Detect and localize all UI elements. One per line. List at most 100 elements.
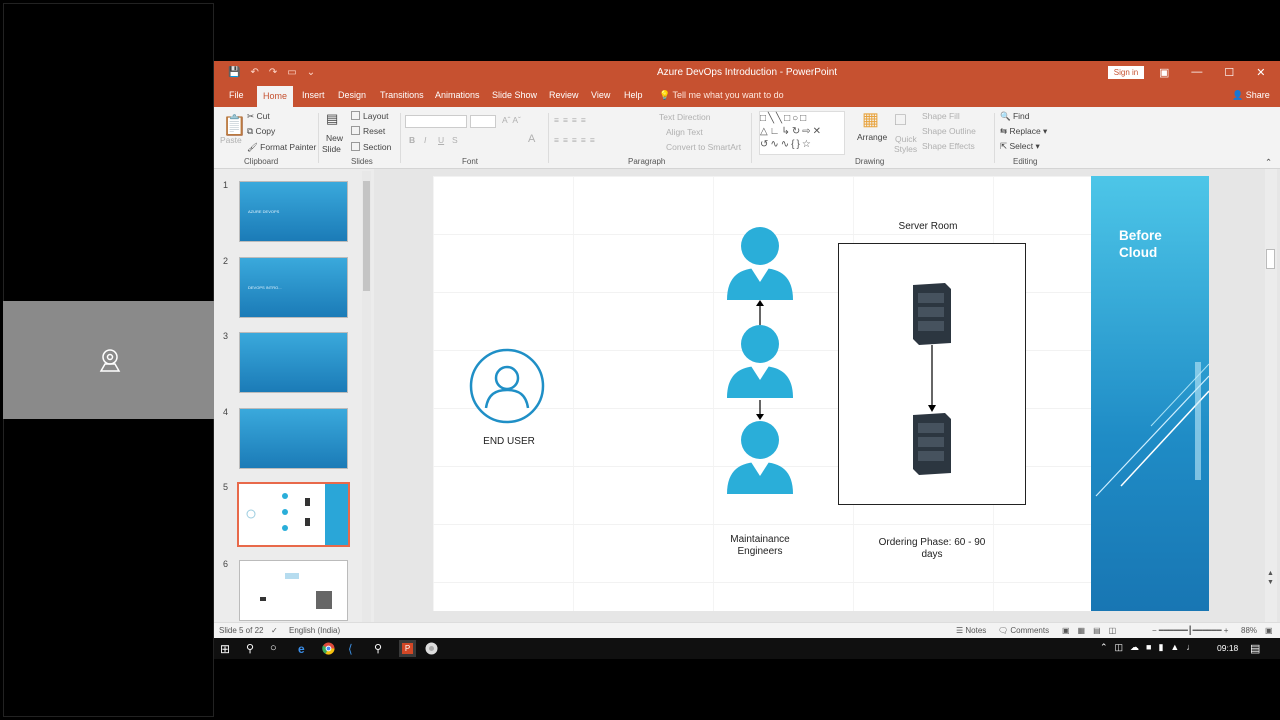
alignment-buttons-icon[interactable]: ≡≡≡≡≡ (554, 135, 599, 145)
convert-smartart-button[interactable]: Convert to SmartArt (666, 142, 741, 152)
vscode-icon[interactable]: ⟨ (348, 642, 361, 656)
italic-button[interactable]: I (424, 135, 426, 145)
tab-home[interactable]: Home (257, 86, 294, 107)
share-button[interactable]: 👤 Share (1232, 90, 1270, 101)
ribbon: 📋 Paste ✂ Cut ⧉ Copy 🖌 Format Painter Cl… (214, 107, 1280, 169)
fit-slide-icon[interactable]: ▣ (1265, 626, 1273, 635)
tab-insert[interactable]: Insert (302, 90, 325, 100)
tab-design[interactable]: Design (338, 90, 366, 100)
zoom-slider[interactable]: − ━━━━━━┃━━━━━━ + (1152, 626, 1228, 635)
section-button[interactable]: Section (351, 142, 391, 152)
reset-icon (351, 126, 360, 135)
language-status[interactable]: English (India) (289, 626, 340, 635)
new-slide-button-line2[interactable]: Slide (322, 144, 341, 154)
thumbnail-title: DEVOPS INTRO... (248, 285, 282, 290)
ribbon-tabs: File Home Insert Design Transitions Anim… (214, 85, 1280, 107)
replace-button[interactable]: ⇆ Replace ▾ (1000, 126, 1047, 137)
zoom-level[interactable]: 88% (1241, 626, 1257, 635)
shapes-gallery[interactable]: □╲╲□○□ △∟↳↻⇨✕ ↺∿∿{}☆ (759, 111, 845, 155)
font-size-controls-icon[interactable]: Aˆ Aˇ (502, 115, 521, 125)
format-painter-button[interactable]: 🖌 Format Painter (247, 142, 316, 153)
slide-thumbnail-6[interactable] (239, 560, 348, 621)
close-button[interactable]: ✕ (1256, 66, 1265, 79)
align-text-button[interactable]: Align Text (666, 127, 703, 137)
copy-label: Copy (255, 126, 276, 136)
new-slide-icon[interactable]: ▤ (326, 111, 338, 127)
webcam-icon (99, 349, 121, 372)
shadow-button[interactable]: S (452, 135, 458, 145)
ribbon-display-options-icon[interactable]: ▣ (1159, 66, 1169, 79)
find-button[interactable]: 🔍 Find (1000, 111, 1030, 122)
minimize-button[interactable]: — (1191, 66, 1202, 79)
thumbnail-number: 6 (223, 559, 229, 569)
arrowhead-icon (756, 300, 764, 306)
slide-thumbnail-3[interactable] (239, 332, 348, 393)
windows-start-icon[interactable]: ⊞ (220, 642, 233, 656)
arrowhead-icon (928, 405, 936, 412)
notifications-icon[interactable]: ▤ (1250, 642, 1263, 655)
slide-scrollbar[interactable]: ▲ ▼ (1265, 169, 1277, 622)
scrollbar-thumb[interactable] (363, 181, 370, 291)
paste-button[interactable]: Paste (220, 135, 242, 145)
font-name-field[interactable] (405, 115, 467, 128)
slide-thumbnail-2[interactable]: DEVOPS INTRO... (239, 257, 348, 318)
notes-button[interactable]: ☰ Notes (956, 626, 986, 635)
edge-icon[interactable]: e (298, 642, 311, 656)
tell-me-search[interactable]: 💡 Tell me what you want to do (659, 90, 784, 101)
arrange-button[interactable]: Arrange (857, 132, 887, 142)
tab-animations[interactable]: Animations (435, 90, 480, 100)
copy-button[interactable]: ⧉ Copy (247, 126, 275, 137)
tab-view[interactable]: View (591, 90, 610, 100)
shape-outline-button[interactable]: Shape Outline (922, 126, 976, 136)
current-slide[interactable]: END USER Maintainance Engineers Server R… (433, 176, 1209, 611)
powerpoint-taskbar-icon[interactable]: P (399, 640, 416, 657)
layout-button[interactable]: Layout (351, 111, 389, 121)
slide-thumbnail-1[interactable]: AZURE DEVOPS (239, 181, 348, 242)
slide-thumbnail-5[interactable] (237, 482, 350, 547)
chrome-icon[interactable] (322, 642, 335, 655)
list-buttons-icon[interactable]: ≡≡≡≡ (554, 115, 590, 125)
quick-styles-button[interactable]: Quick (895, 134, 917, 144)
comments-button[interactable]: 🗨 Comments (998, 626, 1049, 635)
new-slide-button[interactable]: New (326, 133, 343, 143)
tab-file[interactable]: File (229, 90, 244, 100)
thumbnails-scrollbar[interactable] (362, 171, 371, 623)
tab-review[interactable]: Review (549, 90, 579, 100)
end-user-icon[interactable] (468, 347, 546, 425)
collapse-ribbon-icon[interactable]: ⌃ (1265, 157, 1272, 168)
system-tray[interactable]: ⌃◫☁■▮▲♩ (1100, 642, 1210, 655)
sign-in-button[interactable]: Sign in (1108, 66, 1144, 79)
shape-fill-button[interactable]: Shape Fill (922, 111, 960, 121)
select-button[interactable]: ⇱ Select ▾ (1000, 141, 1040, 152)
quick-styles-icon[interactable]: □ (895, 109, 906, 130)
maximize-button[interactable]: ☐ (1224, 66, 1234, 79)
shape-effects-button[interactable]: Shape Effects (922, 141, 975, 151)
font-size-field[interactable] (470, 115, 496, 128)
cortana-icon[interactable]: ○ (270, 642, 283, 655)
chrome-icon[interactable] (425, 642, 438, 655)
clock[interactable]: 09:18 (1217, 643, 1238, 653)
font-color-icon[interactable]: A (528, 133, 535, 145)
slide-thumbnail-4[interactable] (239, 408, 348, 469)
thumbnail-preview (246, 484, 348, 545)
prev-next-slide-icon[interactable]: ▲ ▼ (1267, 569, 1274, 587)
powerpoint-window: 💾 ↶ ↷ ▭ ⌄ Azure DevOps Introduction - Po… (214, 61, 1280, 638)
spell-check-icon[interactable]: ✓ (271, 626, 278, 635)
view-buttons[interactable]: ▣▦▤◫ (1062, 626, 1124, 635)
cut-button[interactable]: ✂ Cut (247, 111, 270, 122)
scrollbar-thumb[interactable] (1266, 249, 1275, 269)
reset-button[interactable]: Reset (351, 126, 385, 136)
arrange-icon[interactable]: ▦ (862, 109, 879, 130)
search-icon[interactable]: ⚲ (246, 642, 259, 655)
bold-button[interactable]: B (409, 135, 415, 145)
underline-button[interactable]: U (438, 135, 444, 145)
thumbnail-number: 4 (223, 407, 229, 417)
quick-styles-button-line2[interactable]: Styles (894, 144, 917, 154)
text-direction-button[interactable]: Text Direction (659, 112, 711, 122)
tab-slide-show[interactable]: Slide Show (492, 90, 537, 100)
tab-help[interactable]: Help (624, 90, 643, 100)
engineer-person-icon (727, 421, 793, 494)
maps-icon[interactable]: ⚲ (374, 642, 387, 655)
tab-transitions[interactable]: Transitions (380, 90, 424, 100)
side-title: Before Cloud (1119, 228, 1162, 260)
